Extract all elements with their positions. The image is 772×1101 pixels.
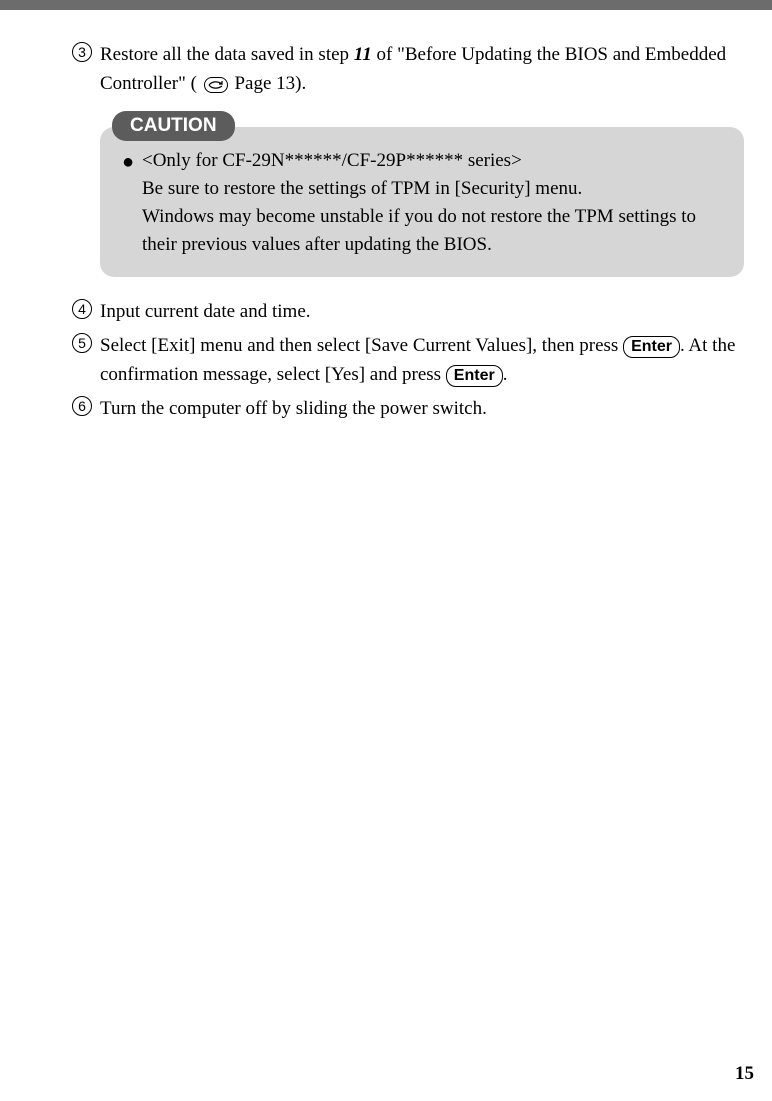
bullet-icon: ● xyxy=(122,147,142,177)
step-number-5: 5 xyxy=(72,333,92,353)
caution-line-2: Be sure to restore the settings of TPM i… xyxy=(142,178,582,199)
caution-item: ● <Only for CF-29N******/CF-29P****** se… xyxy=(122,147,722,259)
step-4-body: Input current date and time. xyxy=(100,297,744,326)
page-ref-icon xyxy=(204,77,228,93)
caution-label: CAUTION xyxy=(112,111,235,141)
step-4: 4 Input current date and time. xyxy=(72,297,744,326)
step-3: 3 Restore all the data saved in step 11 … xyxy=(72,40,744,99)
caution-block: CAUTION ● <Only for CF-29N******/CF-29P*… xyxy=(100,111,744,277)
step-number-4: 4 xyxy=(72,299,92,319)
step-number-wrap: 4 xyxy=(72,297,100,319)
step-6-body: Turn the computer off by sliding the pow… xyxy=(100,394,744,423)
step-number-3: 3 xyxy=(72,42,92,62)
step-number-6: 6 xyxy=(72,396,92,416)
enter-key-2: Enter xyxy=(446,365,503,387)
step-3-step-ref: 11 xyxy=(354,44,372,65)
step-5: 5 Select [Exit] menu and then select [Sa… xyxy=(72,331,744,390)
step-3-text-a: Restore all the data saved in step xyxy=(100,44,354,65)
step-number-wrap: 5 xyxy=(72,331,100,353)
caution-line-3: Windows may become unstable if you do no… xyxy=(142,206,696,255)
step-number-wrap: 3 xyxy=(72,40,100,62)
enter-key-1: Enter xyxy=(623,336,680,358)
top-bar xyxy=(0,0,772,10)
step-3-body: Restore all the data saved in step 11 of… xyxy=(100,40,744,99)
caution-line-1: <Only for CF-29N******/CF-29P****** seri… xyxy=(142,150,522,171)
caution-box: ● <Only for CF-29N******/CF-29P****** se… xyxy=(100,127,744,277)
step-6: 6 Turn the computer off by sliding the p… xyxy=(72,394,744,423)
page-content: 3 Restore all the data saved in step 11 … xyxy=(0,10,772,1101)
step-number-wrap: 6 xyxy=(72,394,100,416)
caution-text: <Only for CF-29N******/CF-29P****** seri… xyxy=(142,147,722,259)
step-3-text-d: Page 13). xyxy=(230,73,307,94)
step-5-body: Select [Exit] menu and then select [Save… xyxy=(100,331,744,390)
step-5-text-c: . xyxy=(503,364,508,385)
page-number: 15 xyxy=(735,1063,754,1085)
step-5-text-a: Select [Exit] menu and then select [Save… xyxy=(100,335,623,356)
